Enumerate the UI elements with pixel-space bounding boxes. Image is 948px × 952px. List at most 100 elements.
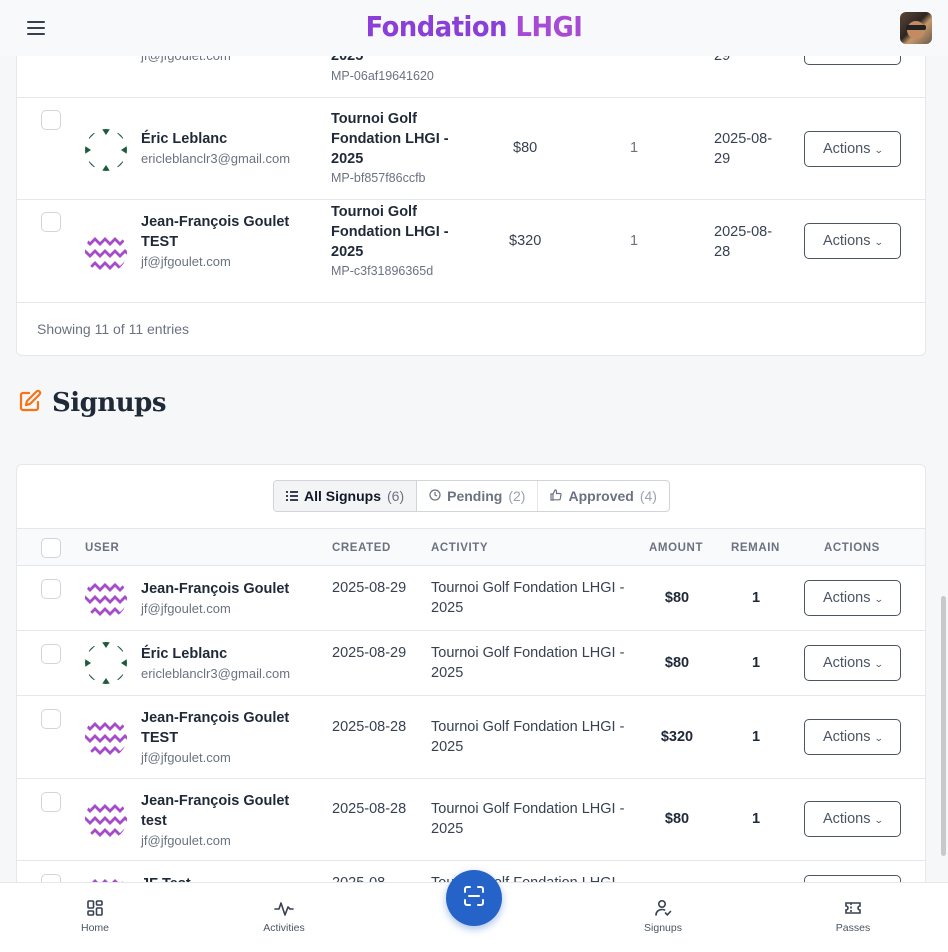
home-grid-icon <box>55 899 135 917</box>
avatar <box>85 231 127 273</box>
user-email: jf@jfgoulet.com <box>141 254 231 269</box>
activity-name: Tournoi Golf Fondation LHGI - 2025 <box>331 111 449 167</box>
actions-button[interactable]: Actions ⌄ <box>804 801 901 837</box>
select-all-checkbox[interactable] <box>41 538 61 558</box>
row-checkbox[interactable] <box>41 709 61 729</box>
avatar <box>85 642 127 684</box>
chevron-down-icon: ⌄ <box>873 593 884 604</box>
actions-label: Actions <box>822 729 871 745</box>
col-user[interactable]: USER <box>85 542 119 554</box>
actions-label: Actions <box>822 811 871 827</box>
actions-button[interactable]: Actions ⌄ <box>804 645 901 681</box>
amount: $320 <box>660 729 694 745</box>
tab-pending[interactable]: Pending (2) <box>417 481 539 511</box>
clock-icon <box>429 488 441 504</box>
actions-label: Actions <box>822 141 871 157</box>
activity-name: Tournoi Golf Fondation LHGI - 2025 <box>431 645 625 681</box>
nav-label: Activities <box>263 922 305 934</box>
order-code: MP-bf857f86ccfb <box>331 171 426 185</box>
nav-signups[interactable]: Signups <box>623 899 703 934</box>
activity-name: Tournoi Golf Fondation LHGI - 2025 <box>331 204 449 260</box>
avatar <box>85 577 127 619</box>
table-row: Jean-François Goulet TEST jf@jfgoulet.co… <box>17 696 925 779</box>
chevron-down-icon: ⌄ <box>873 144 884 155</box>
user-check-icon <box>623 899 703 917</box>
actions-label: Actions <box>822 655 871 671</box>
remain: 1 <box>751 655 761 671</box>
user-email: ericleblanclr3@gmail.com <box>141 151 291 166</box>
order-code: MP-c3f31896365d <box>331 264 434 278</box>
chevron-down-icon: ⌄ <box>873 236 884 247</box>
actions-button[interactable]: Actions ⌄ <box>804 580 901 616</box>
quantity: 1 <box>630 140 639 156</box>
list-icon <box>286 488 298 504</box>
signups-title: Signups <box>52 388 166 418</box>
nav-activities[interactable]: Activities <box>244 899 324 934</box>
scan-icon <box>463 885 485 912</box>
actions-label: Actions <box>822 590 871 606</box>
signup-filter-tabs: All Signups (6) Pending (2) Approved (4) <box>273 480 670 512</box>
row-checkbox[interactable] <box>41 644 61 664</box>
user-name: Jean-François Goulet test <box>141 793 290 829</box>
user-email: jf@jfgoulet.com <box>141 833 231 848</box>
user-email: ericleblanclr3@gmail.com <box>141 666 291 681</box>
created-date: 2025-08-29 <box>332 580 407 596</box>
table-row: Jean-François Goulet TEST jf@jfgoulet.co… <box>17 200 925 303</box>
amount: $320 <box>509 233 542 249</box>
created-date: 2025-08-28 <box>332 801 407 817</box>
actions-label: Actions <box>822 233 871 249</box>
created-date: 2025-08-28 <box>332 719 407 735</box>
activity-pulse-icon <box>244 899 324 917</box>
thumbs-up-icon <box>550 488 563 504</box>
user-email: jf@jfgoulet.com <box>141 601 231 616</box>
scan-button[interactable] <box>446 870 502 926</box>
signups-heading: Signups <box>18 388 166 418</box>
remain: 1 <box>751 590 761 606</box>
col-amount[interactable]: AMOUNT <box>649 542 703 554</box>
table-row: Éric Leblanc ericleblanclr3@gmail.com 20… <box>17 631 925 696</box>
top-bar: Fondation LHGI <box>0 0 948 56</box>
tab-approved[interactable]: Approved (4) <box>538 481 668 511</box>
edit-icon <box>18 389 42 418</box>
col-activity[interactable]: ACTIVITY <box>431 542 488 554</box>
user-name: Éric Leblanc <box>141 646 228 662</box>
nav-label: Passes <box>835 922 871 934</box>
nav-label: Home <box>80 922 109 934</box>
nav-passes[interactable]: Passes <box>813 899 893 934</box>
actions-button[interactable]: Actions ⌄ <box>804 223 901 259</box>
actions-button[interactable]: Actions ⌄ <box>804 131 901 167</box>
created-date: 2025-08-29 <box>332 645 407 661</box>
avatar <box>85 798 127 840</box>
nav-home[interactable]: Home <box>55 899 135 934</box>
col-remain[interactable]: REMAIN <box>731 542 780 554</box>
order-code: MP-06af19641620 <box>331 69 434 83</box>
activity-name: Tournoi Golf Fondation LHGI - 2025 <box>431 580 625 616</box>
row-checkbox[interactable] <box>41 792 61 812</box>
col-created[interactable]: CREATED <box>332 542 391 554</box>
amount: $80 <box>664 811 690 827</box>
user-name: Jean-François Goulet TEST <box>141 710 290 746</box>
chevron-down-icon: ⌄ <box>873 732 884 743</box>
brand-logo[interactable]: Fondation LHGI <box>38 10 910 43</box>
activity-name: Tournoi Golf Fondation LHGI - 2025 <box>431 719 625 755</box>
actions-button[interactable]: Actions ⌄ <box>804 719 901 755</box>
user-name: Jean-François Goulet <box>141 581 290 597</box>
date: 2025-08-29 <box>714 131 773 167</box>
tab-all-signups[interactable]: All Signups (6) <box>274 481 418 511</box>
user-email: jf@jfgoulet.com <box>141 750 231 765</box>
avatar <box>85 716 127 758</box>
row-checkbox[interactable] <box>41 579 61 599</box>
chevron-down-icon: ⌄ <box>873 658 884 669</box>
row-checkbox[interactable] <box>41 110 61 130</box>
activity-name: Tournoi Golf Fondation LHGI - 2025 <box>431 801 625 837</box>
chevron-down-icon: ⌄ <box>873 814 884 825</box>
date: 2025-08-28 <box>714 224 773 260</box>
ticket-icon <box>813 899 893 917</box>
user-avatar[interactable] <box>900 12 932 44</box>
scrollbar[interactable] <box>941 596 946 856</box>
entries-count: Showing 11 of 11 entries <box>37 321 190 337</box>
user-name: Éric Leblanc <box>141 131 228 147</box>
row-checkbox[interactable] <box>41 212 61 232</box>
amount: $80 <box>664 590 690 606</box>
quantity: 1 <box>630 233 639 249</box>
